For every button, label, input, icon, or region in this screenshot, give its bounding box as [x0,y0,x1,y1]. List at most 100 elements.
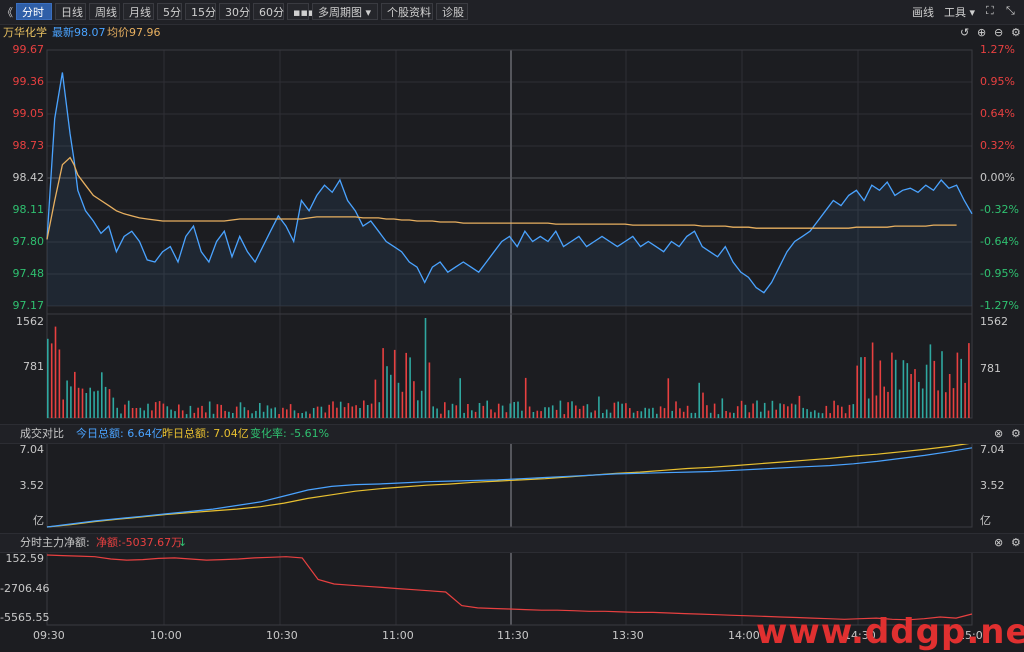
flow-panel-header: 分时主力净额: 净额:-5037.67万 ↓ ⊗ ⚙ [0,533,1024,553]
volume-bar [378,402,381,418]
percent-tick: -1.27% [980,299,1019,312]
percent-tick: -0.64% [980,235,1019,248]
volume-bar [640,411,643,418]
volume-bar [120,413,122,418]
volume-bar [594,410,596,418]
volume-bar [259,403,261,418]
price-tick: 97.80 [12,235,45,248]
change-rate: 变化率: -5.61% [250,427,330,440]
volume-bar [363,400,365,418]
yesterday-cumulative-line [46,442,973,528]
volume-bar [185,414,188,418]
volume-bar [602,413,604,418]
volume-bar [278,414,280,418]
compare-panel-header: 成交对比 今日总额: 6.64亿 昨日总额: 7.04亿 变化率: -5.61%… [0,424,1024,444]
volume-bar [555,409,558,418]
price-tick: 99.67 [12,43,45,56]
volume-bar [921,388,924,418]
volume-bar [262,411,265,418]
price-tick: 98.42 [12,171,45,184]
price-tick: 99.36 [12,75,45,88]
volume-bar [467,404,469,418]
volume-bar [844,413,847,418]
volume-bar [509,403,512,418]
volume-bar [393,349,396,418]
flow-tick: -5565.55 [0,611,50,624]
volume-bar [112,397,115,418]
volume-bar [332,401,334,418]
volume-bar [328,404,330,418]
volume-bar [613,402,616,418]
volume-bar [312,408,315,418]
volume-bar [58,349,61,418]
volume-bar [906,363,909,418]
volume-bar [459,378,461,418]
volume-bar [97,390,99,418]
compare-tick: 3.52 [980,479,1005,492]
volume-bar [671,410,673,418]
main-flow-line [46,554,973,621]
volume-bar [355,405,357,418]
volume-bar [447,410,450,418]
volume-bar [706,405,708,418]
volume-bar [374,379,377,418]
percent-tick: 1.27% [980,43,1015,56]
volume-bar [763,402,766,418]
volume-bar [918,381,920,418]
volume-bar [571,401,573,418]
volume-tick: 1562 [16,315,44,328]
volume-bar [201,405,203,418]
volume-bar [733,412,735,418]
price-tick: 97.17 [12,299,45,312]
time-tick: 09:30 [33,629,65,642]
volume-bar [810,411,812,418]
volume-bar [771,400,774,418]
volume-bar [70,386,72,418]
percent-tick: 0.00% [980,171,1015,184]
time-tick: 11:30 [497,629,529,642]
volume-bar [428,362,431,418]
volume-bar [494,412,496,418]
close-icon[interactable]: ⊗ [994,534,1003,552]
volume-bar [779,403,781,418]
volume-bar [282,407,284,418]
flow-title: 分时主力净额: [20,536,90,549]
volume-bar [255,410,257,418]
volume-bar [848,404,851,418]
settings-icon[interactable]: ⚙ [1011,425,1021,443]
volume-bar [682,411,685,418]
compare-tick: 7.04 [19,443,45,456]
percent-tick: -0.32% [980,203,1019,216]
volume-bar [170,409,172,418]
volume-bar [783,404,785,418]
volume-bar [386,366,388,418]
volume-bar [409,357,411,418]
volume-bar [166,406,169,418]
volume-bar [852,404,855,418]
settings-icon[interactable]: ⚙ [1011,534,1021,552]
volume-bar [952,388,955,418]
volume-bar [879,360,882,418]
volume-bar [517,401,519,418]
volume-bar [621,403,623,418]
volume-bar [270,408,273,418]
volume-bar [652,407,654,418]
volume-bar [748,412,751,418]
volume-bar [575,405,577,418]
volume-bar [756,400,758,418]
volume-bar [586,404,589,418]
volume-bar [540,411,542,418]
volume-bar [968,343,970,418]
volume-bar [729,412,731,418]
volume-bar [659,406,662,418]
volume-bar [154,402,157,418]
volume-bar [139,407,142,418]
volume-bar [686,405,689,418]
yesterday-total: 昨日总额: 7.04亿 [162,427,249,440]
volume-bar [482,405,485,418]
volume-bar [767,410,770,418]
close-icon[interactable]: ⊗ [994,425,1003,443]
volume-bar [536,410,539,418]
volume-bar [532,412,535,418]
volume-bar [948,374,951,418]
